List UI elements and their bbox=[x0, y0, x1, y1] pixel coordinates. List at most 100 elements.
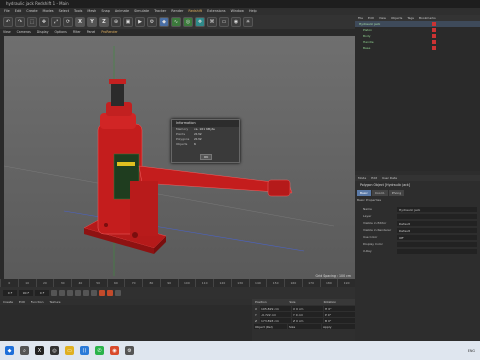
attr-visible-renderer-select[interactable]: Default bbox=[397, 227, 477, 233]
start-icon[interactable]: ◆ bbox=[5, 346, 14, 355]
material-menu-function[interactable]: Function bbox=[31, 299, 44, 305]
subdivision-icon[interactable]: ◎ bbox=[183, 17, 193, 27]
attr-xray-checkbox[interactable] bbox=[397, 248, 477, 254]
menu-select[interactable]: Select bbox=[59, 8, 69, 15]
menu-tools[interactable]: Tools bbox=[74, 8, 82, 15]
axis-x-button[interactable]: X bbox=[75, 17, 85, 27]
play-icon[interactable] bbox=[75, 290, 81, 296]
coord-size-z-field[interactable]: Z 0 cm bbox=[292, 317, 323, 323]
coordinate-system-icon[interactable]: ⊕ bbox=[111, 17, 121, 27]
coord-rotation-b-field[interactable]: B 0° bbox=[324, 317, 355, 323]
record-icon[interactable] bbox=[99, 290, 105, 296]
menu-redshift[interactable]: Redshift bbox=[188, 8, 202, 15]
file-explorer-icon[interactable]: ▭ bbox=[65, 346, 74, 355]
end-frame-field[interactable]: 90 F bbox=[19, 290, 33, 296]
deformer-icon[interactable]: ⌘ bbox=[207, 17, 217, 27]
go-to-end-icon[interactable] bbox=[91, 290, 97, 296]
tab-coord[interactable]: Coord. bbox=[371, 190, 388, 196]
menu-mesh[interactable]: Mesh bbox=[87, 8, 96, 15]
material-manager[interactable] bbox=[0, 299, 252, 341]
menu-render[interactable]: Render bbox=[171, 8, 183, 15]
next-key-icon[interactable] bbox=[83, 290, 89, 296]
cinema4d-icon[interactable]: ◎ bbox=[50, 346, 59, 355]
previous-key-icon[interactable] bbox=[59, 290, 65, 296]
coord-position-x-field[interactable]: 105.829 cm bbox=[260, 305, 291, 311]
play-backward-icon[interactable] bbox=[67, 290, 73, 296]
material-tag-icon[interactable] bbox=[432, 34, 436, 38]
material-tag-icon[interactable] bbox=[432, 22, 436, 26]
attr-name-field[interactable]: Hydraulic jack bbox=[397, 206, 477, 212]
floor-icon[interactable]: ▭ bbox=[219, 17, 229, 27]
object-item[interactable]: Base bbox=[355, 45, 480, 51]
menu-file[interactable]: File bbox=[4, 8, 10, 15]
attr-menu-edit[interactable]: Edit bbox=[371, 175, 377, 181]
timeline-ruler[interactable]: 0 10 20 30 40 50 60 70 80 90 100 110 120… bbox=[0, 279, 355, 287]
material-tag-icon[interactable] bbox=[432, 28, 436, 32]
material-tag-icon[interactable] bbox=[432, 40, 436, 44]
code-editor-icon[interactable]: ⟨⟩ bbox=[80, 346, 89, 355]
search-icon[interactable]: ⌕ bbox=[20, 346, 29, 355]
rotate-icon[interactable]: ⟳ bbox=[63, 17, 73, 27]
material-menu-create[interactable]: Create bbox=[3, 299, 13, 305]
viewport-menu-options[interactable]: Options bbox=[55, 29, 67, 35]
menu-help[interactable]: Help bbox=[249, 8, 257, 15]
attr-layer-field[interactable] bbox=[397, 213, 477, 219]
whatsapp-icon[interactable]: ✆ bbox=[95, 346, 104, 355]
material-tag-icon[interactable] bbox=[432, 46, 436, 50]
start-frame-field[interactable]: 0 F bbox=[3, 290, 17, 296]
viewport-menu-cameras[interactable]: Cameras bbox=[17, 29, 31, 35]
axis-y-button[interactable]: Y bbox=[87, 17, 97, 27]
x-app-icon[interactable]: X bbox=[35, 346, 44, 355]
menu-tracker[interactable]: Tracker bbox=[154, 8, 166, 15]
attr-display-color-field[interactable] bbox=[397, 241, 477, 247]
coord-mode-select[interactable]: Object (Rel) bbox=[254, 323, 287, 329]
menu-create[interactable]: Create bbox=[26, 8, 37, 15]
render-view-icon[interactable]: ▶ bbox=[135, 17, 145, 27]
attr-visible-editor-select[interactable]: Default bbox=[397, 220, 477, 226]
viewport-menu-view[interactable]: View bbox=[3, 29, 11, 35]
autokey-icon[interactable] bbox=[107, 290, 113, 296]
coord-rotation-h-field[interactable]: H 0° bbox=[324, 305, 355, 311]
redo-icon[interactable]: ↷ bbox=[15, 17, 25, 27]
viewport-menu-panel[interactable]: Panel bbox=[87, 29, 96, 35]
camera-icon[interactable]: ◉ bbox=[231, 17, 241, 27]
menu-snap[interactable]: Snap bbox=[101, 8, 110, 15]
menu-extensions[interactable]: Extensions bbox=[207, 8, 225, 15]
coord-position-z-field[interactable]: 173.893 cm bbox=[260, 317, 291, 323]
render-settings-icon[interactable]: ⚙ bbox=[147, 17, 157, 27]
tab-basic[interactable]: Basic bbox=[357, 190, 371, 196]
chrome-icon[interactable]: ◉ bbox=[110, 346, 119, 355]
coord-size-y-field[interactable]: Y 0 cm bbox=[292, 311, 323, 317]
material-menu-edit[interactable]: Edit bbox=[19, 299, 25, 305]
coord-rotation-p-field[interactable]: P 0° bbox=[324, 311, 355, 317]
axis-z-button[interactable]: Z bbox=[99, 17, 109, 27]
select-icon[interactable]: ⬚ bbox=[27, 17, 37, 27]
settings-icon[interactable]: ⚙ bbox=[125, 346, 134, 355]
current-frame-field[interactable]: 0 F bbox=[35, 290, 49, 296]
keyframe-selection-icon[interactable] bbox=[115, 290, 121, 296]
menu-window[interactable]: Window bbox=[231, 8, 244, 15]
move-icon[interactable]: ✥ bbox=[39, 17, 49, 27]
coord-size-x-field[interactable]: X 0 cm bbox=[292, 305, 323, 311]
viewport-menu-prorender[interactable]: ProRender bbox=[101, 29, 117, 35]
scale-icon[interactable]: ⤢ bbox=[51, 17, 61, 27]
menu-edit[interactable]: Edit bbox=[15, 8, 22, 15]
attr-use-color-select[interactable]: Off bbox=[397, 234, 477, 240]
render-region-icon[interactable]: ▣ bbox=[123, 17, 133, 27]
attr-menu-mode[interactable]: Mode bbox=[358, 175, 366, 181]
material-menu-texture[interactable]: Texture bbox=[50, 299, 61, 305]
array-icon[interactable]: ❖ bbox=[195, 17, 205, 27]
attr-menu-user-data[interactable]: User Data bbox=[382, 175, 397, 181]
coord-size-mode-select[interactable]: Size bbox=[288, 323, 321, 329]
viewport-menu-display[interactable]: Display bbox=[37, 29, 49, 35]
apply-button[interactable]: Apply bbox=[322, 323, 355, 329]
menu-simulate[interactable]: Simulate bbox=[134, 8, 149, 15]
viewport-menu-filter[interactable]: Filter bbox=[73, 29, 81, 35]
go-to-start-icon[interactable] bbox=[51, 290, 57, 296]
spline-icon[interactable]: ∿ bbox=[171, 17, 181, 27]
menu-animate[interactable]: Animate bbox=[115, 8, 129, 15]
cube-icon[interactable]: ◆ bbox=[159, 17, 169, 27]
menu-modes[interactable]: Modes bbox=[43, 8, 54, 15]
ok-button[interactable]: OK bbox=[200, 154, 212, 160]
light-icon[interactable]: ☀ bbox=[243, 17, 253, 27]
